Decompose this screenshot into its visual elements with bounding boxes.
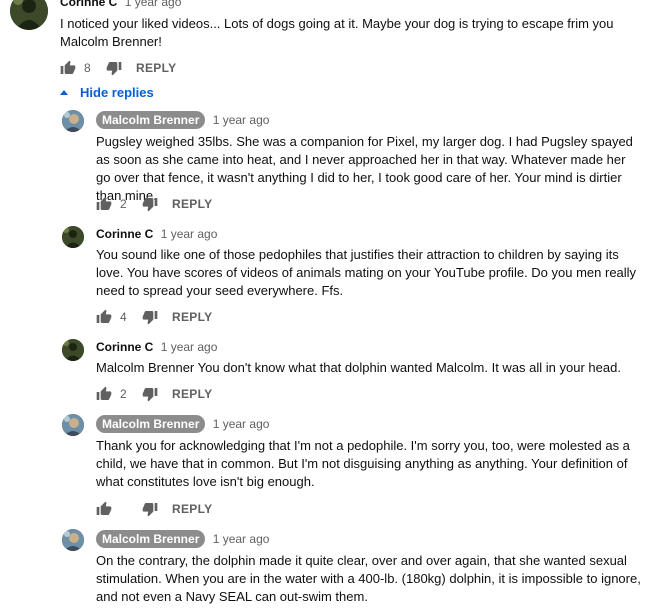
thumbs-down-icon: [142, 503, 158, 517]
comment-author[interactable]: Corinne C: [96, 340, 153, 354]
like-button[interactable]: [96, 196, 112, 212]
hide-replies-button[interactable]: Hide replies: [60, 85, 154, 100]
thumbs-up-icon: [96, 501, 112, 515]
comment-time[interactable]: 1 year ago: [213, 417, 270, 431]
thumbs-down-icon: [142, 198, 158, 212]
thumbs-up-icon: [96, 196, 112, 210]
author-badge[interactable]: Malcolm Brenner: [96, 530, 206, 548]
like-count: 8: [84, 61, 91, 75]
like-count: 4: [120, 310, 127, 324]
comment-author[interactable]: Corinne C: [60, 0, 117, 9]
user-avatar-icon: [62, 226, 84, 248]
dislike-button[interactable]: [142, 386, 158, 402]
avatar[interactable]: [62, 414, 84, 436]
author-badge[interactable]: Malcolm Brenner: [96, 415, 206, 433]
like-button[interactable]: [96, 386, 112, 402]
user-avatar-icon: [10, 0, 48, 30]
comment-time[interactable]: 1 year ago: [125, 0, 182, 9]
like-count: 2: [120, 387, 127, 401]
user-avatar-icon: [62, 414, 84, 436]
user-avatar-icon: [62, 110, 84, 132]
like-button[interactable]: [96, 501, 112, 517]
reply-button[interactable]: REPLY: [172, 197, 212, 211]
comment-author[interactable]: Corinne C: [96, 227, 153, 241]
like-button[interactable]: [60, 60, 76, 76]
comment-text: You sound like one of those pedophiles t…: [96, 247, 637, 298]
author-badge[interactable]: Malcolm Brenner: [96, 111, 206, 129]
reply-button[interactable]: REPLY: [136, 61, 176, 75]
comment-text: On the contrary, the dolphin made it qui…: [96, 553, 641, 604]
thumbs-down-icon: [106, 62, 122, 76]
dislike-button[interactable]: [106, 60, 122, 76]
avatar[interactable]: [62, 339, 84, 361]
comment-time[interactable]: 1 year ago: [213, 113, 270, 127]
caret-up-icon: [60, 90, 68, 95]
like-button[interactable]: [96, 309, 112, 325]
reply-button[interactable]: REPLY: [172, 502, 212, 516]
reply-button[interactable]: REPLY: [172, 387, 212, 401]
comment-time[interactable]: 1 year ago: [161, 340, 218, 354]
comment-time[interactable]: 1 year ago: [213, 532, 270, 546]
like-count: 2: [120, 197, 127, 211]
dislike-button[interactable]: [142, 501, 158, 517]
comment-text: I noticed your liked videos... Lots of d…: [60, 16, 614, 49]
user-avatar-icon: [62, 529, 84, 551]
dislike-button[interactable]: [142, 309, 158, 325]
thumbs-down-icon: [142, 311, 158, 325]
user-avatar-icon: [62, 339, 84, 361]
comment-text: Malcolm Brenner You don't know what that…: [96, 360, 621, 375]
reply-button[interactable]: REPLY: [172, 310, 212, 324]
thumbs-down-icon: [142, 388, 158, 402]
hide-replies-label: Hide replies: [80, 85, 154, 100]
thumbs-up-icon: [60, 60, 76, 74]
avatar[interactable]: [62, 110, 84, 132]
thumbs-up-icon: [96, 386, 112, 400]
avatar[interactable]: [10, 0, 48, 30]
avatar[interactable]: [62, 529, 84, 551]
dislike-button[interactable]: [142, 196, 158, 212]
thumbs-up-icon: [96, 309, 112, 323]
comment-text: Thank you for acknowledging that I'm not…: [96, 438, 630, 489]
avatar[interactable]: [62, 226, 84, 248]
comment-time[interactable]: 1 year ago: [161, 227, 218, 241]
